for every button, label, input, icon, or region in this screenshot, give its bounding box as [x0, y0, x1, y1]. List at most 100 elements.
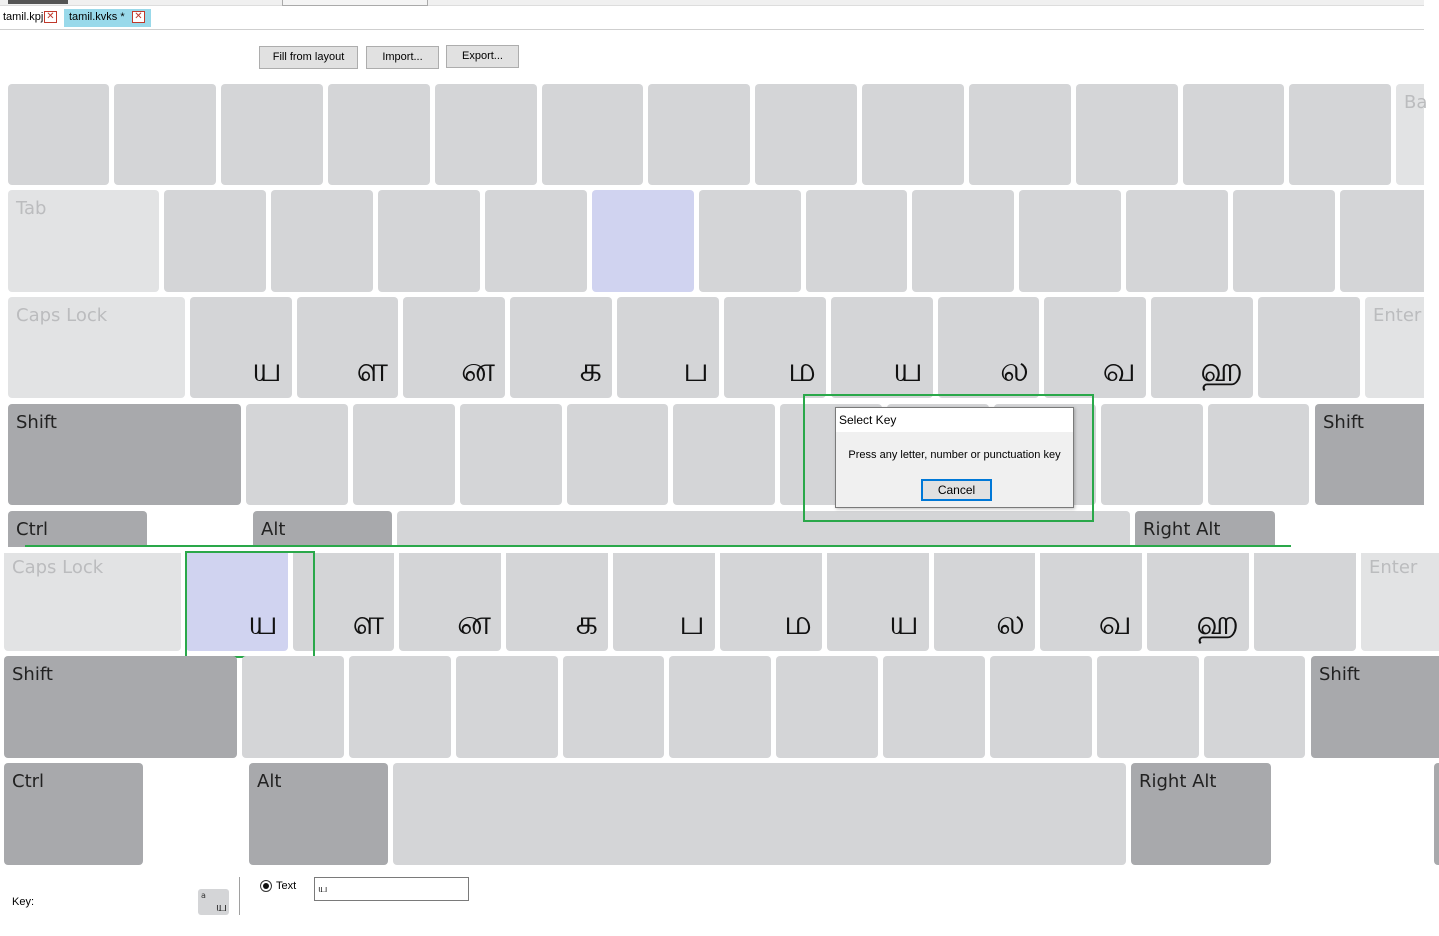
key-y[interactable] [699, 190, 801, 292]
key-9[interactable] [969, 84, 1071, 185]
key-backspace[interactable]: Ba [1396, 84, 1427, 185]
key-backquote[interactable] [8, 84, 109, 185]
key-q[interactable] [164, 190, 266, 292]
key-tab[interactable]: Tab [8, 190, 159, 292]
key-quote[interactable] [1254, 553, 1356, 651]
key-l[interactable]: வ [1040, 553, 1142, 651]
key-equals[interactable] [1289, 84, 1391, 185]
key-d[interactable]: ன [399, 553, 501, 651]
key-g[interactable]: ப [613, 553, 715, 651]
key-right-shift[interactable]: Shift [1315, 404, 1424, 505]
key-z[interactable] [242, 656, 344, 758]
key-6[interactable] [648, 84, 750, 185]
key-k[interactable]: ல [938, 297, 1039, 398]
key-x[interactable] [353, 404, 455, 505]
key-s[interactable]: ள [297, 297, 398, 398]
text-input[interactable]: ய [314, 877, 469, 901]
key-right-alt[interactable]: Right Alt [1135, 511, 1275, 547]
key-char: ம [783, 603, 812, 643]
key-slash[interactable] [1208, 404, 1309, 505]
key-space[interactable] [393, 763, 1126, 865]
close-icon[interactable]: ✕ [44, 11, 57, 23]
key-j[interactable]: ய [831, 297, 933, 398]
export-button[interactable]: Export... [446, 45, 519, 68]
fill-from-layout-button[interactable]: Fill from layout [259, 46, 358, 69]
key-o[interactable] [1019, 190, 1121, 292]
key-period[interactable] [1097, 656, 1199, 758]
key-l[interactable]: வ [1044, 297, 1146, 398]
key-b[interactable] [669, 656, 771, 758]
key-f[interactable]: க [506, 553, 608, 651]
key-h[interactable]: ம [724, 297, 826, 398]
key-u[interactable] [806, 190, 907, 292]
key-label: Right Alt [1143, 519, 1221, 540]
key-enter[interactable]: Enter [1365, 297, 1424, 398]
key-left-shift[interactable]: Shift [8, 404, 241, 505]
key-left-ctrl[interactable]: Ctrl [8, 511, 147, 547]
key-g[interactable]: ப [617, 297, 719, 398]
key-caps-lock[interactable]: Caps Lock [4, 553, 181, 651]
key-v[interactable] [567, 404, 668, 505]
key-e[interactable] [378, 190, 480, 292]
key-d[interactable]: ன [403, 297, 505, 398]
key-w[interactable] [271, 190, 373, 292]
key-preview-small: a [201, 891, 206, 900]
key-5[interactable] [542, 84, 643, 185]
key-b[interactable] [673, 404, 775, 505]
key-0[interactable] [1076, 84, 1178, 185]
key-bracket-right[interactable] [1340, 190, 1424, 292]
key-caps-lock[interactable]: Caps Lock [8, 297, 185, 398]
import-button[interactable]: Import... [366, 46, 439, 69]
key-comma[interactable] [990, 656, 1092, 758]
key-right-shift[interactable]: Shift [1311, 656, 1439, 758]
key-slash[interactable] [1204, 656, 1305, 758]
key-v[interactable] [563, 656, 664, 758]
key-7[interactable] [755, 84, 857, 185]
tab-tamil-kpj[interactable]: tamil.kpj ✕ [0, 9, 62, 27]
text-radio-label: Text [276, 880, 297, 892]
key-enter[interactable]: Enter [1361, 553, 1439, 651]
key-semicolon[interactable]: ஹ [1151, 297, 1253, 398]
key-char: ப [682, 350, 709, 390]
key-left-alt[interactable]: Alt [253, 511, 392, 547]
text-input-value: ய [318, 882, 328, 895]
key-8[interactable] [862, 84, 964, 185]
key-left-ctrl[interactable]: Ctrl [4, 763, 143, 865]
key-left-alt[interactable]: Alt [249, 763, 388, 865]
key-t[interactable] [592, 190, 694, 292]
key-right-ctrl[interactable] [1434, 763, 1439, 865]
key-char: ள [356, 350, 388, 390]
key-a[interactable]: ய [190, 297, 292, 398]
text-radio[interactable] [260, 880, 272, 892]
key-char: ன [457, 603, 491, 643]
key-4[interactable] [435, 84, 537, 185]
key-3[interactable] [328, 84, 430, 185]
key-label-caption: Key: [12, 896, 35, 908]
key-f[interactable]: க [510, 297, 612, 398]
key-k[interactable]: ல [934, 553, 1035, 651]
key-c[interactable] [460, 404, 562, 505]
key-n[interactable] [776, 656, 878, 758]
key-x[interactable] [349, 656, 451, 758]
key-bracket-left[interactable] [1233, 190, 1335, 292]
key-j[interactable]: ய [827, 553, 929, 651]
key-c[interactable] [456, 656, 558, 758]
key-minus[interactable] [1183, 84, 1284, 185]
key-m[interactable] [883, 656, 985, 758]
key-z[interactable] [246, 404, 348, 505]
tab-tamil-kvks[interactable]: tamil.kvks * ✕ [64, 9, 151, 27]
key-p[interactable] [1126, 190, 1228, 292]
key-quote[interactable] [1258, 297, 1360, 398]
key-2[interactable] [221, 84, 323, 185]
key-r[interactable] [485, 190, 587, 292]
key-label: Shift [1319, 664, 1360, 685]
key-i[interactable] [912, 190, 1014, 292]
key-left-shift[interactable]: Shift [4, 656, 237, 758]
key-1[interactable] [114, 84, 216, 185]
key-h[interactable]: ம [720, 553, 822, 651]
key-period[interactable] [1101, 404, 1203, 505]
tab-divider [0, 29, 1424, 30]
key-right-alt[interactable]: Right Alt [1131, 763, 1271, 865]
key-semicolon[interactable]: ஹ [1147, 553, 1249, 651]
close-icon[interactable]: ✕ [132, 11, 145, 23]
